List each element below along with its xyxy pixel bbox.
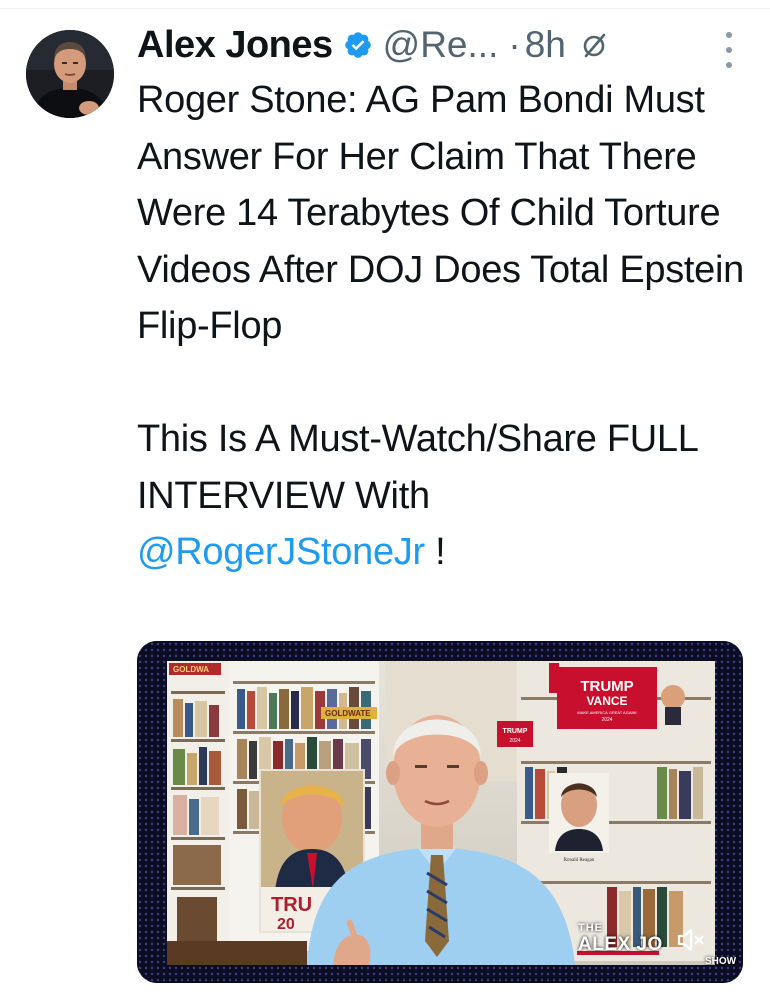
mention-link[interactable]: @RogerJStoneJr	[137, 531, 425, 573]
trump-poster-text-2: 20	[277, 916, 295, 933]
grok-icon[interactable]	[580, 31, 608, 59]
trump-vance-text-2: VANCE	[586, 694, 627, 708]
reagan-caption: Ronald Reagan	[564, 858, 595, 863]
more-vertical-icon[interactable]	[716, 30, 742, 70]
author-handle[interactable]: @Re...	[383, 24, 499, 66]
tweet-header: Alex Jones @Re... · 8h	[137, 18, 608, 72]
trump-vance-text-3: MAKE AMERICA GREAT AGAIN!	[577, 710, 636, 715]
author-name[interactable]: Alex Jones	[137, 24, 333, 67]
trump-vance-text-1: TRUMP	[580, 678, 633, 695]
show-logo-small: THE	[578, 922, 603, 934]
speaker-muted-icon[interactable]	[673, 925, 709, 955]
avatar[interactable]	[26, 30, 114, 118]
tweet-text: Roger Stone: AG Pam Bondi Must Answer Fo…	[137, 72, 747, 581]
time-separator: ·	[508, 24, 521, 65]
trump-vance-text-4: 2024	[601, 717, 612, 723]
timestamp[interactable]: 8h	[525, 24, 566, 66]
tweet-text-trailing: !	[424, 531, 446, 573]
goldwater-text-2: GOLDWATE	[325, 709, 371, 718]
show-logo: THE ALEX JO SHOW	[578, 922, 736, 968]
tweet[interactable]: Alex Jones @Re... · 8h Roger Stone: AG P…	[0, 0, 770, 1000]
trump-small-text: TRUMP	[503, 728, 528, 735]
verified-badge-icon[interactable]	[343, 30, 373, 60]
tweet-text-cta: This Is A Must-Watch/Share FULL INTERVIE…	[137, 411, 747, 581]
show-logo-show: SHOW	[705, 956, 737, 967]
trump-small-year: 2024	[509, 738, 520, 744]
tweet-text-cta-body: This Is A Must-Watch/Share FULL INTERVIE…	[137, 418, 698, 517]
tweet-text-headline: Roger Stone: AG Pam Bondi Must Answer Fo…	[137, 79, 744, 347]
video-player[interactable]: GOLDWA GOLDWATE TRU 20 TRUMP VANCE MAKE …	[137, 641, 743, 983]
show-logo-big: ALEX JO	[578, 934, 663, 955]
goldwater-text-1: GOLDWA	[173, 665, 209, 674]
avatar-image	[26, 30, 114, 118]
trump-poster-text-1: TRU	[271, 894, 312, 916]
